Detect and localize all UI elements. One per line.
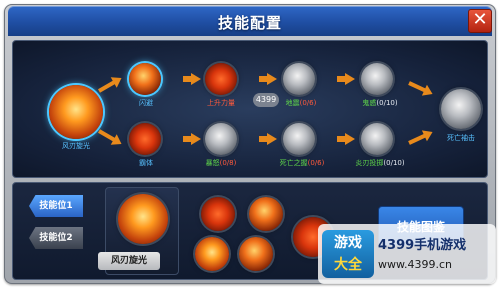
arrow-root-down	[98, 129, 116, 142]
watermark: 游戏 大全 4399手机游戏 www.4399.cn	[318, 224, 496, 284]
dodge-icon[interactable]	[129, 63, 161, 95]
root-skill-label: 风刃旋光	[62, 142, 90, 150]
earthquake-name: 地震	[285, 99, 300, 107]
rage-icon[interactable]	[205, 123, 237, 155]
close-button[interactable]: ✕	[468, 9, 492, 33]
death-strike-icon[interactable]	[441, 89, 481, 129]
skill-label-dodge: 闪避	[139, 99, 153, 107]
skill-label-super-armor: 霸体	[139, 159, 153, 167]
flame-blade-throw-icon[interactable]	[361, 123, 393, 155]
ghost-name: 鬼惑	[362, 99, 377, 107]
skill-label-rage: 暴怒(0/8)	[199, 158, 243, 168]
arrow-top-3	[337, 73, 355, 85]
arrow-top-1	[183, 73, 201, 85]
skill-slot-1-button[interactable]: 技能位1	[29, 195, 83, 217]
watermark-url: www.4399.cn	[378, 258, 452, 271]
death-grip-level: (0/6)	[307, 159, 325, 167]
flame-wave-icon[interactable]	[195, 237, 229, 271]
flame-blade-throw-name: 炎刃投掷	[355, 159, 384, 167]
skill-label-flame-blade-throw: 炎刃投掷(0/10)	[349, 158, 411, 168]
death-grip-name: 死亡之握	[279, 159, 308, 167]
rising-power-icon[interactable]	[205, 63, 237, 95]
arrow-bottom-end	[408, 133, 427, 145]
arrow-root-up	[98, 80, 116, 93]
arrow-bottom-1	[183, 133, 201, 145]
whirlwind-fire-icon[interactable]	[49, 85, 103, 139]
watermark-logo-line1: 游戏	[334, 235, 362, 251]
super-armor-icon[interactable]	[129, 123, 161, 155]
skill-label-ghost: 鬼惑(0/10)	[355, 98, 405, 108]
selected-skill-icon	[118, 194, 168, 244]
arrow-top-2	[259, 73, 277, 85]
skill-label-death-strike: 死亡袖击	[447, 134, 475, 142]
claw-slash-icon[interactable]	[249, 197, 283, 231]
rage-name: 暴怒	[205, 159, 220, 167]
skill-label-earthquake: 地震(0/6)	[279, 98, 323, 108]
skill-slot-2-button[interactable]: 技能位2	[29, 227, 83, 249]
badge-4399: 4399	[253, 93, 279, 107]
earthquake-level: (0/6)	[299, 99, 317, 107]
ghost-level: (0/10)	[376, 99, 398, 107]
earthquake-icon[interactable]	[283, 63, 315, 95]
skill-label-rising-power: 上升力量	[207, 99, 235, 107]
death-grip-icon[interactable]	[283, 123, 315, 155]
arrow-top-end	[408, 81, 427, 93]
watermark-logo: 游戏 大全	[322, 230, 374, 278]
arrow-bottom-2	[259, 133, 277, 145]
ghost-icon[interactable]	[361, 63, 393, 95]
arrow-bottom-3	[337, 133, 355, 145]
watermark-title: 4399手机游戏	[378, 238, 467, 253]
close-icon: ✕	[472, 9, 488, 30]
dialog-title: 技能配置	[217, 14, 282, 32]
selected-skill-name: 风刃旋光	[98, 252, 160, 270]
skill-label-death-grip: 死亡之握(0/6)	[275, 158, 329, 168]
flame-blade-throw-level: (0/10)	[383, 159, 405, 167]
fire-vortex-icon[interactable]	[239, 237, 273, 271]
fire-fist-icon[interactable]	[201, 197, 235, 231]
watermark-logo-line2: 大全	[334, 257, 362, 273]
rage-level: (0/8)	[219, 159, 237, 167]
skill-tree-panel: 风刃旋光 闪避 上升力量 地震(0/6) 鬼惑(0/10) 霸体 暴怒(0/8)…	[12, 40, 488, 178]
title-bar: 技能配置	[8, 6, 492, 36]
